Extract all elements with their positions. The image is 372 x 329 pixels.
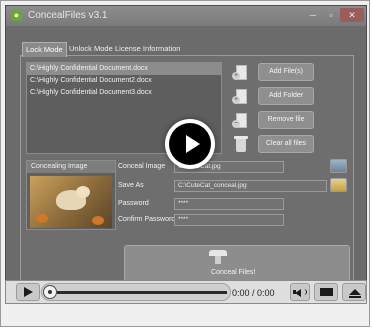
remove-file-button[interactable]: Remove file <box>258 111 314 129</box>
big-play-button[interactable] <box>165 119 215 169</box>
add-folder-icon[interactable]: + <box>232 88 250 106</box>
conceal-files-button[interactable]: Conceal Files! <box>124 245 350 284</box>
tab-unlock-mode[interactable]: Unlock Mode <box>66 42 116 56</box>
video-player-frame: ● ConcealFiles v3.1 ─ ▫ ✕ Lock Mode Unlo… <box>0 0 370 327</box>
password-field[interactable]: **** <box>174 198 284 210</box>
concealing-image-box: Concealing Image <box>26 160 116 230</box>
password-label: Password <box>118 200 149 207</box>
player-controls: 0:00 / 0:00 <box>5 280 367 304</box>
save-as-label: Save As <box>118 182 144 189</box>
volume-button[interactable] <box>290 283 310 301</box>
concealing-image-title: Concealing Image <box>27 161 115 173</box>
seek-handle[interactable] <box>43 285 57 299</box>
seek-bar[interactable] <box>41 283 231 301</box>
remove-file-icon[interactable]: − <box>232 112 250 130</box>
list-item[interactable]: C:\Highly Confidential Document3.docx <box>27 87 221 99</box>
add-files-button[interactable]: Add File(s) <box>258 63 314 81</box>
window-title: ConcealFiles v3.1 <box>28 10 108 21</box>
toggle-size-button[interactable] <box>314 283 338 301</box>
time-readout: 0:00 / 0:00 <box>232 288 275 298</box>
eject-button[interactable] <box>342 283 366 301</box>
browse-image-icon[interactable] <box>330 159 347 173</box>
confirm-password-label: Confirm Password <box>118 216 176 223</box>
folder-icon[interactable] <box>330 178 347 192</box>
maximize-button[interactable]: ▫ <box>322 8 340 22</box>
confirm-password-field[interactable]: **** <box>174 214 284 226</box>
list-item[interactable]: C:\Highly Confidential Document2.docx <box>27 75 221 87</box>
play-button[interactable] <box>16 283 40 301</box>
app-icon: ● <box>11 10 22 21</box>
add-file-icon[interactable]: + <box>232 64 250 82</box>
screen-size-icon <box>320 288 333 296</box>
funnel-icon <box>207 250 229 264</box>
seek-bar-track <box>57 291 227 294</box>
title-bar: ● ConcealFiles v3.1 ─ ▫ ✕ <box>6 6 366 26</box>
tab-lock-mode[interactable]: Lock Mode <box>22 42 67 57</box>
conceal-image-label: Conceal Image <box>118 163 166 170</box>
minimize-button[interactable]: ─ <box>304 8 322 22</box>
play-icon <box>186 135 200 153</box>
tab-license-information[interactable]: License Information <box>112 42 183 56</box>
cat-image <box>30 176 112 228</box>
eject-icon <box>349 289 361 295</box>
speaker-icon <box>295 289 301 297</box>
conceal-files-label: Conceal Files! <box>211 269 256 276</box>
add-folder-button[interactable]: Add Folder <box>258 87 314 105</box>
play-icon <box>24 287 33 297</box>
close-button[interactable]: ✕ <box>340 8 364 22</box>
list-item[interactable]: C:\Highly Confidential Document.docx <box>27 63 221 75</box>
trash-icon[interactable] <box>232 136 250 154</box>
clear-all-files-button[interactable]: Clear all files <box>258 135 314 153</box>
save-as-field[interactable]: C:\CuteCat_conceal.jpg <box>174 180 327 192</box>
